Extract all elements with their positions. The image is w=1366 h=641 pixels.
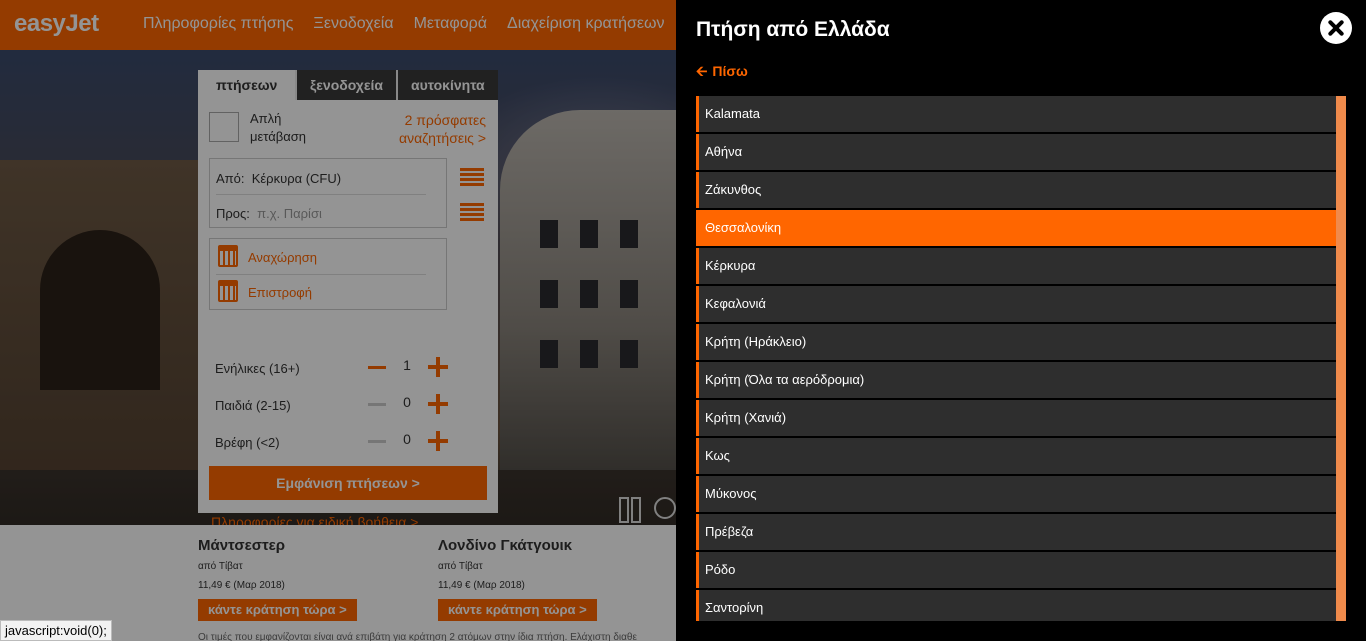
airport-item[interactable]: Ζάκυνθος: [696, 172, 1336, 208]
adults-stepper: 1: [368, 357, 448, 377]
one-way-checkbox[interactable]: [209, 112, 239, 142]
browser-status-bar: javascript:void(0);: [0, 620, 112, 641]
tab-cars[interactable]: αυτοκίνητα: [397, 70, 498, 100]
children-label: Παιδιά (2-15): [215, 398, 291, 413]
date-fields: Αναχώρηση Επιστροφή: [209, 238, 447, 310]
from-list-icon[interactable]: [460, 168, 484, 186]
scrollbar[interactable]: [1336, 96, 1346, 621]
deal-price-line: 11,49 € (Μαρ 2018): [438, 580, 658, 591]
easyjet-logo[interactable]: easyJet: [14, 10, 99, 38]
departure-date-field[interactable]: Αναχώρηση: [248, 250, 317, 265]
back-label: Πίσω: [712, 63, 748, 79]
recent-searches-link[interactable]: 2 πρόσφατες αναζητήσεις >: [356, 111, 486, 147]
book-now-button[interactable]: κάντε κράτηση τώρα >: [438, 599, 597, 621]
airport-item[interactable]: Αθήνα: [696, 134, 1336, 170]
pause-icon[interactable]: [617, 497, 641, 523]
airport-item[interactable]: Κρήτη (Ηράκλειο): [696, 324, 1336, 360]
panel-title: Πτήση από Ελλάδα: [696, 18, 890, 41]
airport-item[interactable]: Θεσσαλονίκη: [696, 210, 1336, 246]
infants-stepper: 0: [368, 431, 448, 451]
tab-flights[interactable]: πτήσεων: [198, 70, 296, 100]
adults-count: 1: [403, 357, 411, 373]
from-label: Από:: [216, 171, 245, 186]
to-label: Προς:: [216, 206, 250, 221]
plus-icon[interactable]: [428, 431, 448, 451]
children-stepper: 0: [368, 394, 448, 414]
deal-city: Λονδίνο Γκάτγουικ: [438, 537, 573, 554]
airport-item[interactable]: Κρήτη (Χανιά): [696, 400, 1336, 436]
show-flights-button[interactable]: Εμφάνιση πτήσεων >: [209, 466, 487, 500]
airport-item[interactable]: Κέρκυρα: [696, 248, 1336, 284]
book-now-button[interactable]: κάντε κράτηση τώρα >: [198, 599, 357, 621]
airport-item[interactable]: Κρήτη (Όλα τα αερόδρομια): [696, 362, 1336, 398]
infants-label: Βρέφη (<2): [215, 435, 280, 450]
airport-item[interactable]: Πρέβεζα: [696, 514, 1336, 550]
deal-date: (Μαρ 2018): [473, 580, 525, 591]
minus-icon[interactable]: [368, 403, 386, 406]
deal-city: Μάντσεστερ: [198, 537, 286, 554]
airport-item[interactable]: Μύκονος: [696, 476, 1336, 512]
deal-price-line: 11,49 € (Μαρ 2018): [198, 580, 418, 591]
plus-icon[interactable]: [428, 357, 448, 377]
search-tabs: πτήσεων ξενοδοχεία αυτοκίνητα: [198, 70, 498, 100]
infants-count: 0: [403, 431, 411, 447]
from-field[interactable]: Από: Κέρκυρα (CFU): [216, 171, 341, 186]
calendar-icon: [218, 245, 238, 267]
airport-list: Kalamata Αθήνα Ζάκυνθος Θεσσαλονίκη Κέρκυρα Κ…: [696, 96, 1346, 621]
main-nav: Πληροφορίες πτήσης Ξενοδοχεία Μεταφορά Δ…: [143, 15, 665, 33]
airport-item[interactable]: Κεφαλονιά: [696, 286, 1336, 322]
nav-flight-info[interactable]: Πληροφορίες πτήσης: [143, 15, 293, 33]
arrow-left-icon: 🡨: [696, 63, 708, 79]
route-fields: Από: Κέρκυρα (CFU) Προς: π.χ. Παρίσι: [209, 158, 447, 228]
deal-origin: από Τίβατ: [198, 561, 243, 572]
deal-price: 11,49 €: [198, 580, 231, 591]
deal-date: (Μαρ 2018): [233, 580, 285, 591]
back-button[interactable]: 🡨 Πίσω: [696, 61, 748, 85]
calendar-icon: [218, 280, 238, 302]
tab-hotels[interactable]: ξενοδοχεία: [297, 70, 396, 100]
to-placeholder: π.χ. Παρίσι: [257, 206, 322, 221]
deal-origin: από Τίβατ: [438, 561, 483, 572]
fine-print: Οι τιμές που εμφανίζονται είναι ανά επιβ…: [198, 632, 637, 641]
minus-icon[interactable]: [368, 366, 386, 369]
airport-picker-panel: Πτήση από Ελλάδα 🡨 Πίσω Kalamata Αθήνα Ζάκυ…: [676, 0, 1366, 641]
plus-icon[interactable]: [428, 394, 448, 414]
deal-price: 11,49 €: [438, 580, 471, 591]
nav-transfers[interactable]: Μεταφορά: [414, 15, 487, 33]
background-page: easyJet Πληροφορίες πτήσης Ξενοδοχεία Με…: [0, 0, 676, 641]
airport-item[interactable]: Kalamata: [696, 96, 1336, 132]
deal-card: Λονδίνο Γκάτγουικ από Τίβατ 11,49 € (Μαρ…: [438, 537, 658, 621]
adults-label: Ενήλικες (16+): [215, 361, 300, 376]
minus-icon[interactable]: [368, 440, 386, 443]
airport-item[interactable]: Ρόδο: [696, 552, 1336, 588]
hero-building-right: [500, 110, 676, 470]
nav-manage-bookings[interactable]: Διαχείριση κρατήσεων: [507, 15, 665, 33]
nav-hotels[interactable]: Ξενοδοχεία: [313, 15, 393, 33]
deal-card: Μάντσεστερ από Τίβατ 11,49 € (Μαρ 2018) …: [198, 537, 418, 621]
airport-item[interactable]: Κως: [696, 438, 1336, 474]
search-widget: πτήσεων ξενοδοχεία αυτοκίνητα Απλή μετάβ…: [198, 70, 498, 530]
top-nav-bar: easyJet Πληροφορίες πτήσης Ξενοδοχεία Με…: [0, 0, 676, 50]
to-list-icon[interactable]: [460, 203, 484, 221]
close-icon[interactable]: [1320, 12, 1352, 44]
slide-dot-icon[interactable]: [654, 497, 676, 519]
return-date-field[interactable]: Επιστροφή: [248, 285, 312, 300]
one-way-label: Απλή μετάβαση: [250, 111, 306, 144]
to-field[interactable]: Προς: π.χ. Παρίσι: [216, 206, 322, 221]
children-count: 0: [403, 394, 411, 410]
airport-item[interactable]: Σαντορίνη: [696, 590, 1336, 621]
from-value: Κέρκυρα (CFU): [251, 171, 342, 186]
